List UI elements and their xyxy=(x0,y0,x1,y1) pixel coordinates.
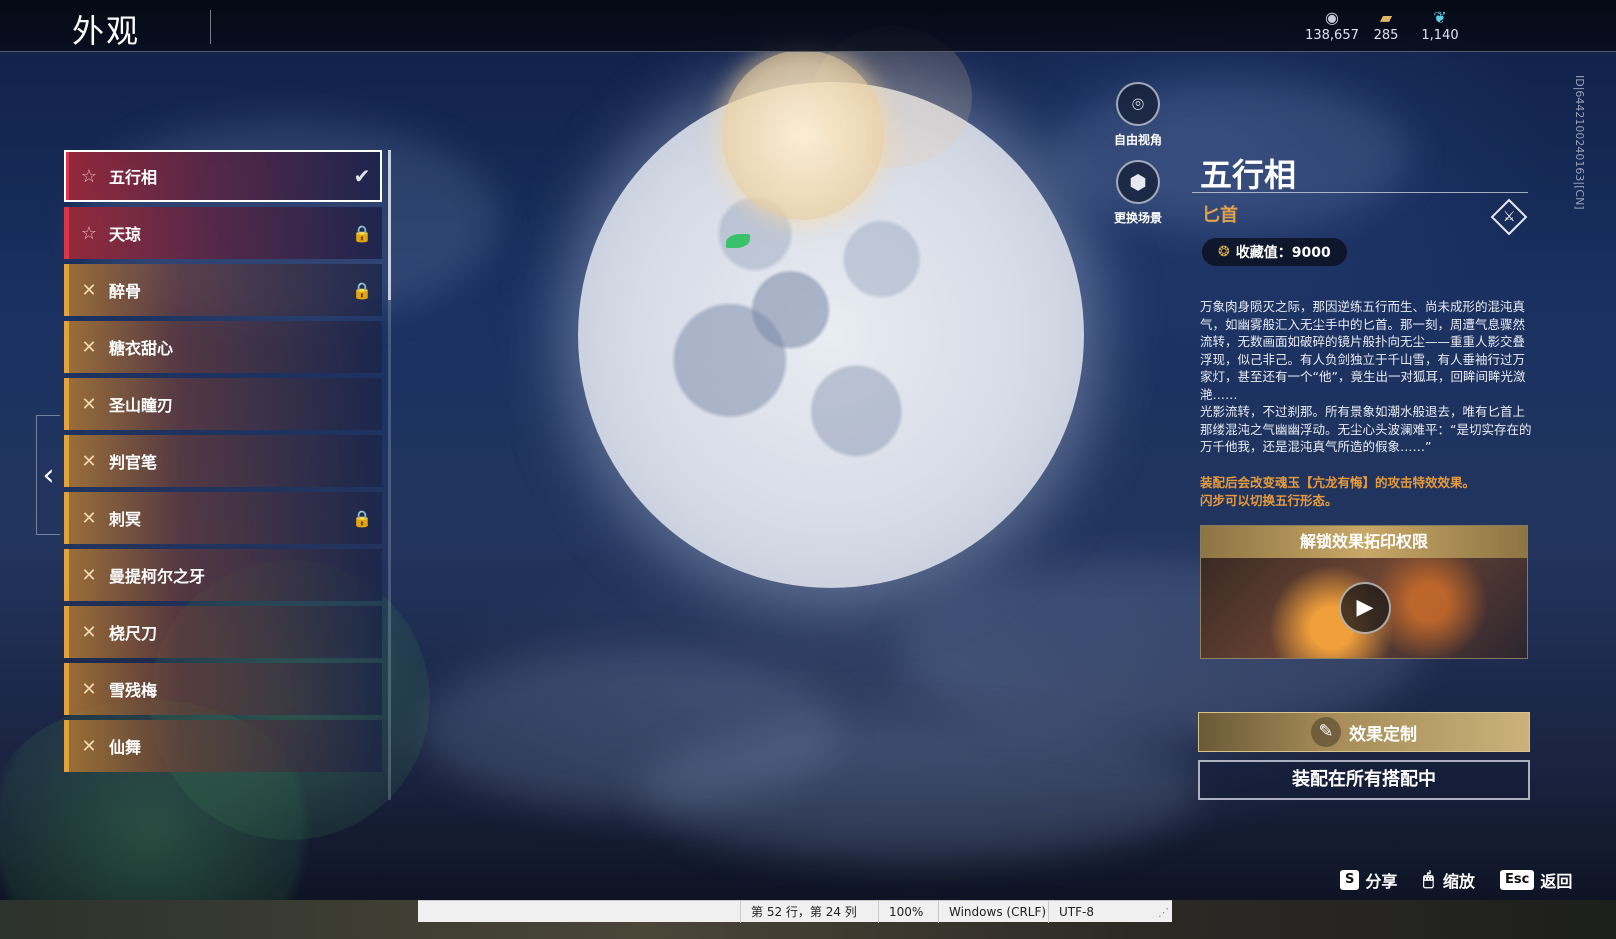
editor-status-bar: 第 52 行，第 24 列 100% Windows (CRLF) UTF-8 … xyxy=(418,900,1172,923)
scrollbar-thumb[interactable] xyxy=(388,150,391,300)
effect-customize-button[interactable]: ✎ 效果定制 xyxy=(1198,712,1530,752)
free-view-label: 自由视角 xyxy=(1113,133,1162,147)
zoom-label: 缩放 xyxy=(1442,872,1475,891)
collection-icon: ❂ xyxy=(1218,244,1230,260)
list-item-label: 桡尺刀 xyxy=(109,624,158,643)
cube-icon: ⬢ xyxy=(1129,170,1147,194)
unlock-title: 解锁效果拓印权限 xyxy=(1201,526,1527,558)
item-description: 万象肉身陨灭之际，那因逆练五行而生、尚未成形的混沌真气，如幽雾般汇入无尘手中的匕… xyxy=(1200,298,1534,456)
cross-swords-icon: ✕ xyxy=(81,621,97,643)
list-item[interactable]: ✕ 糖衣甜心 xyxy=(64,321,382,373)
back-hint[interactable]: Esc 返回 xyxy=(1500,868,1572,892)
cursor-position: 第 52 行，第 24 列 xyxy=(740,901,867,923)
collection-value: ❂ 收藏值：9000 xyxy=(1202,238,1347,266)
currency-value: 138,657 xyxy=(1305,28,1359,43)
appearance-list: ☆ 五行相 ✔ ☆ 天琼 🔒 ✕ 醉骨 🔒 ✕ 糖衣甜心 ✕ 圣山瞳刃 ✕ 判官笔 ✕ 刺冥 🔒 ✕ 曼提柯尔之牙 ✕ 桡… xyxy=(64,150,382,800)
text-paragraph: 装配后会改变魂玉【亢龙有悔】的攻击特效效果。 xyxy=(1200,475,1476,490)
list-item[interactable]: ✕ 刺冥 🔒 xyxy=(64,492,382,544)
change-scene-label: 更换场景 xyxy=(1113,211,1162,225)
cross-swords-icon: ✕ xyxy=(81,678,97,700)
lens-flare xyxy=(722,50,884,220)
back-label: 返回 xyxy=(1540,872,1573,891)
collapse-panel-button[interactable]: ‹ xyxy=(36,415,60,535)
list-item-label: 仙舞 xyxy=(109,738,142,757)
list-item-label: 刺冥 xyxy=(109,510,142,529)
preview-video[interactable]: ▶ xyxy=(1201,558,1527,658)
star-icon: ☆ xyxy=(80,222,98,244)
text-paragraph: 万象肉身陨灭之际，那因逆练五行而生、尚未成形的混沌真气，如幽雾般汇入无尘手中的匕… xyxy=(1200,299,1526,402)
list-item[interactable]: ✕ 曼提柯尔之牙 xyxy=(64,549,382,601)
list-item[interactable]: ✕ 雪残梅 xyxy=(64,663,382,715)
page-title: 外观 xyxy=(72,12,141,50)
currency-feathers: ❦ 1,140 xyxy=(1410,8,1470,43)
list-item[interactable]: ✕ 仙舞 xyxy=(64,720,382,772)
line-ending: Windows (CRLF) xyxy=(938,901,1056,923)
star-icon: ☆ xyxy=(80,165,98,187)
item-name: 五行相 xyxy=(1200,156,1297,194)
resize-grip-icon[interactable]: ⋰ xyxy=(1158,906,1169,919)
cross-swords-icon: ✕ xyxy=(81,564,97,586)
effect-customize-label: 效果定制 xyxy=(1349,724,1417,745)
cross-swords-icon: ✕ xyxy=(81,279,97,301)
list-item-label: 五行相 xyxy=(109,168,158,187)
encoding: UTF-8 xyxy=(1048,901,1104,923)
free-view-button[interactable]: ⌾ xyxy=(1116,82,1160,126)
weapon-type-badge-icon: ⚔ xyxy=(1490,198,1528,236)
text-paragraph: 闪步可以切换五行形态。 xyxy=(1200,492,1338,508)
zoom-hint[interactable]: 🖱 缩放 xyxy=(1420,868,1475,892)
list-scrollbar[interactable] xyxy=(388,150,391,800)
collection-text: 收藏值：9000 xyxy=(1235,245,1331,261)
check-icon: ✔ xyxy=(353,164,371,188)
list-item-label: 雪残梅 xyxy=(109,681,158,700)
text-paragraph: 光影流转，不过刹那。所有景象如潮水般退去，唯有匕首上那缕混沌之气幽幽浮动。无尘心… xyxy=(1200,404,1532,454)
currency-value: 285 xyxy=(1373,28,1399,43)
key-s: S xyxy=(1340,870,1360,890)
currency-coins: ◉ 138,657 xyxy=(1302,8,1362,43)
cross-swords-icon: ✕ xyxy=(81,735,97,757)
lock-icon: 🔒 xyxy=(352,280,372,300)
currency-tickets: ▰ 285 xyxy=(1356,8,1416,43)
currency-value: 1,140 xyxy=(1421,28,1459,43)
zoom-level: 100% xyxy=(878,901,933,923)
cross-swords-icon: ✕ xyxy=(81,507,97,529)
change-scene-button[interactable]: ⬢ xyxy=(1116,160,1160,204)
coin-stack-icon: ◉ xyxy=(1325,8,1339,27)
share-label: 分享 xyxy=(1365,872,1398,891)
cross-swords-icon: ✕ xyxy=(81,336,97,358)
equip-all-button[interactable]: 装配在所有搭配中 xyxy=(1198,760,1530,800)
build-id: ID|6442100240163|[CN] xyxy=(1573,75,1586,210)
scene-background: 外观 ◉ 138,657 ▰ 285 ❦ 1,140 ‹ ☆ 五行相 ✔ ☆ 天琼 🔒 ✕ 醉… xyxy=(0,0,1616,900)
title-underline xyxy=(1192,192,1528,193)
title-divider xyxy=(210,10,211,44)
cross-swords-icon: ✕ xyxy=(81,450,97,472)
list-item-label: 曼提柯尔之牙 xyxy=(109,567,206,586)
share-hint[interactable]: S 分享 xyxy=(1340,868,1397,892)
item-type: 匕首 xyxy=(1202,205,1238,226)
list-item[interactable]: ☆ 天琼 🔒 xyxy=(64,207,382,259)
ticket-icon: ▰ xyxy=(1379,8,1393,27)
dagger-icon: ✎ xyxy=(1311,717,1341,747)
list-item-label: 醉骨 xyxy=(109,282,142,301)
list-item[interactable]: ✕ 圣山瞳刃 xyxy=(64,378,382,430)
camera-icon: ⌾ xyxy=(1132,92,1144,116)
list-item-label: 糖衣甜心 xyxy=(109,339,174,358)
lock-icon: 🔒 xyxy=(352,223,372,243)
list-item[interactable]: ✕ 醉骨 🔒 xyxy=(64,264,382,316)
play-icon[interactable]: ▶ xyxy=(1339,582,1391,634)
feather-icon: ❦ xyxy=(1433,8,1447,27)
mouse-icon: 🖱 xyxy=(1423,869,1434,890)
list-item-label: 圣山瞳刃 xyxy=(109,396,174,415)
item-effect: 装配后会改变魂玉【亢龙有悔】的攻击特效效果。 闪步可以切换五行形态。 xyxy=(1200,474,1534,509)
list-item[interactable]: ☆ 五行相 ✔ xyxy=(64,150,382,202)
cross-swords-icon: ✕ xyxy=(81,393,97,415)
list-item-label: 天琼 xyxy=(109,225,142,244)
unlock-preview-card[interactable]: 解锁效果拓印权限 ▶ xyxy=(1200,525,1528,659)
lock-icon: 🔒 xyxy=(352,508,372,528)
top-bar: 外观 ◉ 138,657 ▰ 285 ❦ 1,140 xyxy=(0,0,1616,52)
list-item[interactable]: ✕ 判官笔 xyxy=(64,435,382,487)
list-item[interactable]: ✕ 桡尺刀 xyxy=(64,606,382,658)
key-esc: Esc xyxy=(1500,870,1535,890)
list-item-label: 判官笔 xyxy=(109,453,158,472)
